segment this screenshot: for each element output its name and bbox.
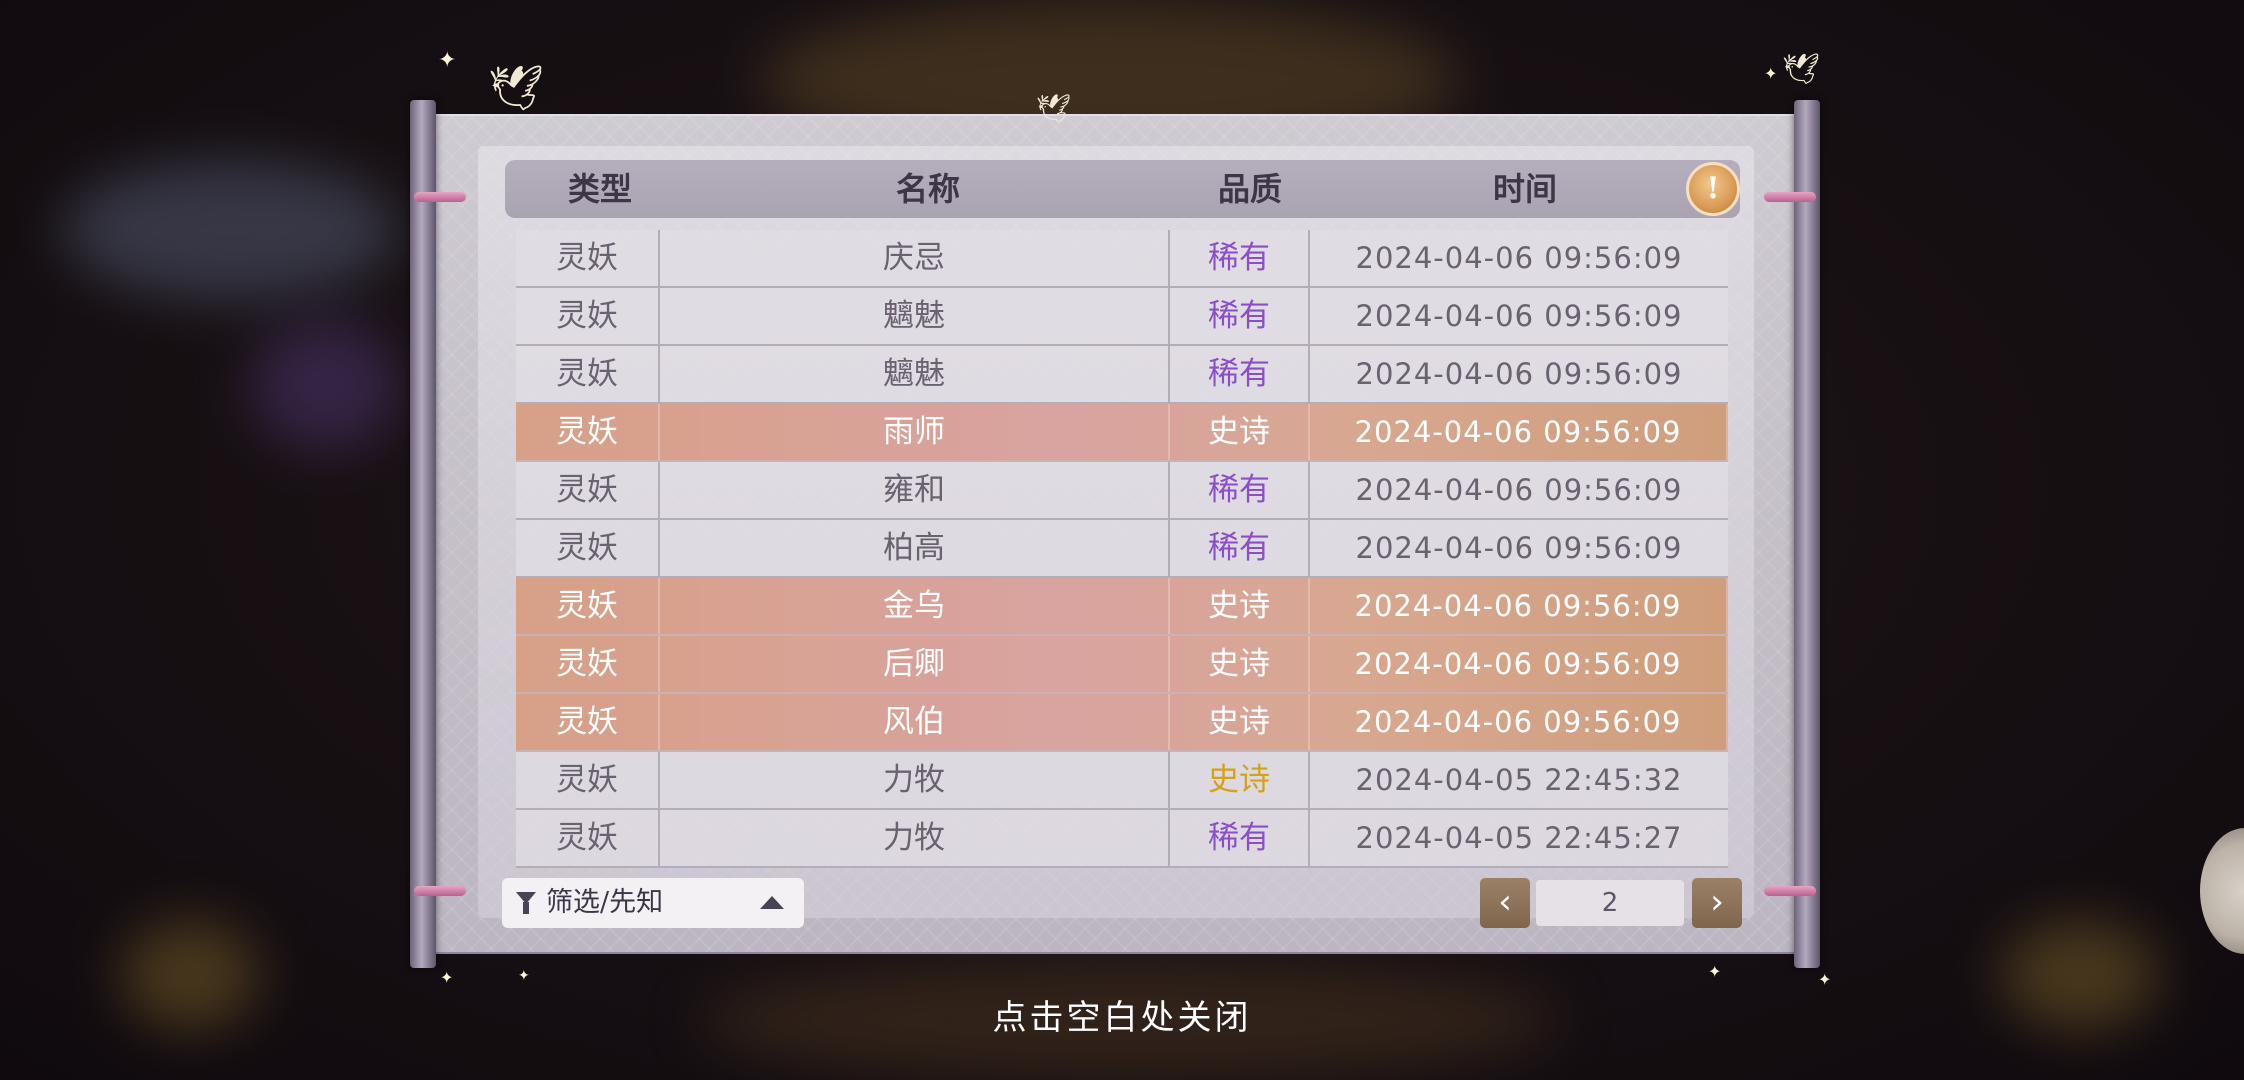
- sparkle-icon: ✦: [1764, 64, 1778, 83]
- cell-quality: 稀有: [1170, 346, 1310, 402]
- funnel-icon: [523, 902, 529, 914]
- sparkle-icon: ✦: [440, 968, 454, 987]
- cell-time: 2024-04-05 22:45:32: [1355, 763, 1683, 797]
- filter-dropdown[interactable]: 筛选/先知: [502, 878, 804, 928]
- cell-name: 力牧: [660, 810, 1170, 866]
- cell-type: 灵妖: [516, 288, 660, 344]
- page-number: 2: [1536, 880, 1684, 926]
- cell-time: 2024-04-06 09:56:09: [1355, 241, 1683, 275]
- cell-quality: 史诗: [1170, 636, 1310, 692]
- cell-type: 灵妖: [516, 520, 660, 576]
- header-type: 类型: [567, 170, 632, 208]
- cell-name: 魑魅: [660, 346, 1170, 402]
- scroll-rod-right: [1794, 100, 1820, 968]
- cell-time: 2024-04-05 22:45:27: [1355, 821, 1683, 855]
- cell-time: 2024-04-06 09:56:09: [1355, 531, 1683, 565]
- swallow-icon: 🕊: [1782, 52, 1821, 87]
- cell-quality: 史诗: [1170, 752, 1310, 808]
- table-row: 灵妖 魑魅 稀有 2024-04-06 09:56:09: [516, 288, 1728, 346]
- cell-time: 2024-04-06 09:56:09: [1310, 694, 1728, 750]
- table-body: 灵妖 庆忌 稀有 2024-04-06 09:56:09 灵妖 魑魅 稀有 2024-04-0…: [516, 230, 1728, 868]
- cell-quality: 稀有: [1170, 810, 1310, 866]
- header-name: 名称: [895, 170, 960, 208]
- cell-name: 魑魅: [660, 288, 1170, 344]
- table-row: 灵妖 金乌 史诗 2024-04-06 09:56:09: [516, 578, 1728, 636]
- cell-type: 灵妖: [516, 636, 660, 692]
- scroll-peg: [414, 886, 466, 896]
- table-row: 灵妖 魑魅 稀有 2024-04-06 09:56:09: [516, 346, 1728, 404]
- header-quality: 品质: [1217, 170, 1282, 208]
- cell-name: 雍和: [660, 462, 1170, 518]
- next-page-button[interactable]: ›: [1692, 878, 1742, 928]
- table-row: 灵妖 力牧 史诗 2024-04-05 22:45:32: [516, 752, 1728, 810]
- header-time: 时间: [1492, 170, 1557, 208]
- scroll-peg: [1764, 192, 1816, 202]
- cell-time: 2024-04-06 09:56:09: [1310, 578, 1728, 634]
- cell-name: 风伯: [660, 694, 1170, 750]
- cell-type: 灵妖: [516, 694, 660, 750]
- cell-type: 灵妖: [516, 346, 660, 402]
- cell-quality: 稀有: [1170, 520, 1310, 576]
- table-row: 灵妖 后卿 史诗 2024-04-06 09:56:09: [516, 636, 1728, 694]
- cell-name: 后卿: [660, 636, 1170, 692]
- table-row: 灵妖 柏高 稀有 2024-04-06 09:56:09: [516, 520, 1728, 578]
- scroll-rod-left: [410, 100, 436, 968]
- cell-name: 庆忌: [660, 230, 1170, 286]
- exclamation-icon: !: [1706, 171, 1720, 206]
- cell-type: 灵妖: [516, 578, 660, 634]
- table-row: 灵妖 庆忌 稀有 2024-04-06 09:56:09: [516, 230, 1728, 288]
- cell-quality: 史诗: [1170, 578, 1310, 634]
- cell-quality: 稀有: [1170, 288, 1310, 344]
- chevron-left-icon: ‹: [1498, 882, 1512, 922]
- cell-name: 柏高: [660, 520, 1170, 576]
- sparkle-icon: ✦: [1708, 962, 1722, 981]
- prev-page-button[interactable]: ‹: [1480, 878, 1530, 928]
- cell-time: 2024-04-06 09:56:09: [1355, 473, 1683, 507]
- sparkle-icon: ✦: [438, 48, 457, 73]
- table-row: 灵妖 力牧 稀有 2024-04-05 22:45:27: [516, 810, 1728, 868]
- cell-quality: 史诗: [1170, 404, 1310, 460]
- cell-time: 2024-04-06 09:56:09: [1310, 636, 1728, 692]
- table-row: 灵妖 雨师 史诗 2024-04-06 09:56:09: [516, 404, 1728, 462]
- scroll-peg: [1764, 886, 1816, 896]
- sparkle-icon: ✦: [1818, 970, 1832, 989]
- table-row: 灵妖 雍和 稀有 2024-04-06 09:56:09: [516, 462, 1728, 520]
- cell-type: 灵妖: [516, 230, 660, 286]
- cell-quality: 稀有: [1170, 230, 1310, 286]
- chevron-right-icon: ›: [1710, 882, 1724, 922]
- cell-quality: 史诗: [1170, 694, 1310, 750]
- sparkle-icon: ✦: [518, 968, 530, 984]
- caret-up-icon: [760, 896, 784, 909]
- cell-type: 灵妖: [516, 752, 660, 808]
- swallow-icon: 🕊: [1036, 92, 1072, 125]
- cell-type: 灵妖: [516, 404, 660, 460]
- table-header: 类型 名称 品质 时间 !: [505, 160, 1740, 218]
- cell-quality: 稀有: [1170, 462, 1310, 518]
- cell-time: 2024-04-06 09:56:09: [1355, 357, 1683, 391]
- swallow-icon: 🕊: [488, 63, 544, 114]
- cell-time: 2024-04-06 09:56:09: [1310, 404, 1728, 460]
- cell-name: 金乌: [660, 578, 1170, 634]
- info-button[interactable]: !: [1686, 162, 1740, 216]
- cell-name: 力牧: [660, 752, 1170, 808]
- scroll-peg: [414, 192, 466, 202]
- cell-name: 雨师: [660, 404, 1170, 460]
- filter-label: 筛选/先知: [546, 887, 664, 918]
- cell-time: 2024-04-06 09:56:09: [1355, 299, 1683, 333]
- close-hint: 点击空白处关闭: [992, 998, 1252, 1038]
- table-row: 灵妖 风伯 史诗 2024-04-06 09:56:09: [516, 694, 1728, 752]
- cell-type: 灵妖: [516, 462, 660, 518]
- cell-type: 灵妖: [516, 810, 660, 866]
